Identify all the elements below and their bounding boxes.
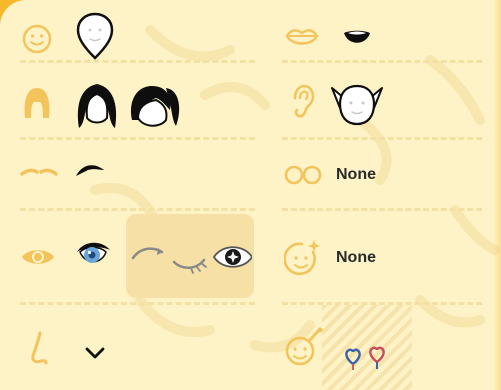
face-shape-category-icon[interactable] [22,24,52,54]
mouth-open-smile-option[interactable] [342,28,372,48]
eyebrow-arch-option[interactable] [74,160,106,180]
customizer-panel: None None [0,0,501,390]
eye-selected-group[interactable] [130,240,252,274]
hair-category-icon[interactable] [20,84,54,122]
divider [282,60,482,63]
divider [20,302,255,305]
ears-pointed-option[interactable] [330,80,384,126]
face-shape-option[interactable] [75,12,115,60]
hair-long-option[interactable] [74,80,120,130]
glasses-category-icon[interactable] [284,164,322,186]
glasses-none-label[interactable]: None [336,166,376,184]
mouth-category-icon[interactable] [284,26,320,50]
eye-blue-option[interactable] [74,238,112,272]
chevron-down-icon[interactable] [84,346,106,360]
eyebrows-category-icon[interactable] [20,164,58,184]
divider [282,208,482,211]
divider [20,60,255,63]
face-sparkle-none-label[interactable]: None [336,249,376,267]
nose-category-icon[interactable] [28,330,52,366]
divider [20,137,255,140]
heart-earring-option[interactable] [342,344,390,372]
face-sparkle-category-icon[interactable] [284,238,322,278]
face-paint-category-icon[interactable] [284,326,324,368]
hair-ponytail-option[interactable] [126,80,182,130]
divider [20,208,255,211]
ear-category-icon[interactable] [290,84,316,120]
divider [282,137,482,140]
eyes-category-icon[interactable] [20,246,56,268]
